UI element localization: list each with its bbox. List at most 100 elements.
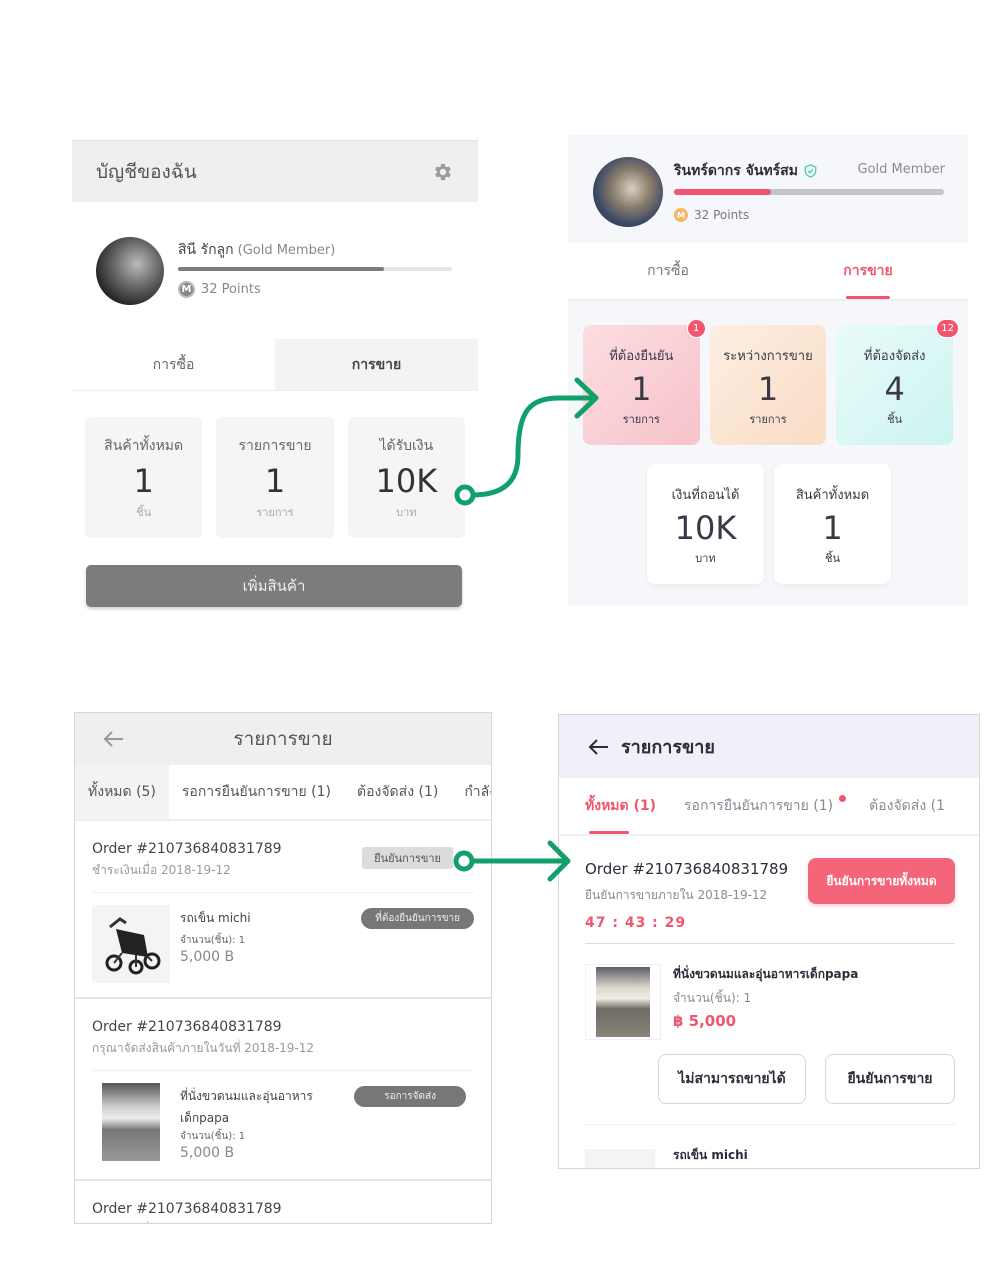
order-subtitle: กรุณาจัดส่งสินค้าภายในวันที่ 2018-19-12 xyxy=(92,1041,315,1055)
account-tabs: การซื้อ การขาย xyxy=(568,243,968,301)
tab-in-progress[interactable]: กำลัง xyxy=(451,765,491,819)
order-card: Order #210736840831789 ยืนยันการขายภายใน… xyxy=(559,836,979,1168)
product-image xyxy=(92,905,170,983)
tab-all[interactable]: ทั้งหมด (1) xyxy=(559,778,670,834)
page-title: บัญชีของฉัน xyxy=(96,160,197,183)
profile-section: สินี รักลูก (Gold Member) M 32 Points xyxy=(96,235,454,305)
user-name: รินทร์ดากร จันทร์สม xyxy=(674,163,798,179)
card-value: 10K xyxy=(674,509,737,547)
order-item[interactable]: รถเข็น michi xyxy=(585,1125,955,1168)
profile-section: รินทร์ดากร จันทร์สม Gold Member M 32 Poi… xyxy=(568,135,968,243)
sales-tabs: ทั้งหมด (5) รอการยืนยันการขาย (1) ต้องจั… xyxy=(75,765,491,821)
product-name: ที่นั่งขวดนมและอุ่นอาหารเด็กpapa xyxy=(673,967,859,981)
summary-cards-row: เงินที่ถอนได้ 10K บาท สินค้าทั้งหมด 1 ชิ… xyxy=(647,464,891,584)
back-arrow-icon[interactable] xyxy=(101,726,127,752)
card-label: เงินที่ถอนได้ xyxy=(671,488,740,503)
card-value: 1 xyxy=(631,370,652,408)
avatar xyxy=(96,237,164,305)
back-arrow-icon[interactable] xyxy=(587,735,611,759)
order-number: Order #210736840831789 xyxy=(92,1201,282,1217)
status-card-selling[interactable]: ระหว่างการขาย 1 รายการ xyxy=(709,325,827,445)
product-name-line2: เด็กpapa xyxy=(180,1111,230,1125)
tab-to-ship[interactable]: ต้องจัดส่ง (1) xyxy=(344,765,451,819)
card-value: 1 xyxy=(822,509,843,547)
summary-card-withdrawable[interactable]: เงินที่ถอนได้ 10K บาท xyxy=(647,464,764,584)
avatar xyxy=(593,157,663,227)
stat-value: 1 xyxy=(133,462,154,500)
card-label: ที่ต้องจัดส่ง xyxy=(863,349,926,364)
points-row: M 32 Points xyxy=(674,208,749,222)
tab-awaiting-confirm[interactable]: รอการยืนยันการขาย (1) xyxy=(670,778,855,834)
confirm-all-button[interactable]: ยืนยันการขายทั้งหมด xyxy=(808,858,955,904)
order-item[interactable]: รถเข็น michi จำนวน(ชิ้น): 1 5,000 B ที่ต… xyxy=(92,893,474,997)
tier-progress-fill xyxy=(674,189,772,195)
status-badge: ที่ต้องยืนยันการขาย xyxy=(361,908,474,929)
order-card: Order #210736840831789 ชำระเงินเมื่อ 201… xyxy=(75,821,491,999)
old-sales-panel: รายการขาย ทั้งหมด (5) รอการยืนยันการขาย … xyxy=(74,712,492,1224)
tier-progress-bar xyxy=(178,267,452,271)
cannot-sell-button[interactable]: ไม่สามารถขายได้ xyxy=(658,1054,806,1104)
status-cards-row: 1 ที่ต้องยืนยัน 1 รายการ ระหว่างการขาย 1… xyxy=(583,319,960,445)
page-title: รายการขาย xyxy=(233,728,333,750)
tab-all[interactable]: ทั้งหมด (5) xyxy=(75,765,169,819)
account-tabs: การซื้อ การขาย xyxy=(72,339,478,391)
coin-icon: M xyxy=(674,208,688,222)
status-card-to-ship[interactable]: 12 ที่ต้องจัดส่ง 4 ชิ้น xyxy=(836,319,960,445)
stat-card[interactable]: สินค้าทั้งหมด 1 ชิ้น xyxy=(85,417,203,538)
stat-card[interactable]: ได้รับเงิน 10K บาท xyxy=(347,417,465,538)
product-price: 5,000 B xyxy=(180,949,235,965)
product-image xyxy=(585,1149,655,1168)
confirm-sale-button[interactable]: ยืนยันการขาย xyxy=(825,1054,955,1104)
product-image xyxy=(585,964,661,1040)
new-sales-panel: รายการขาย ทั้งหมด (1) รอการยืนยันการขาย … xyxy=(558,714,980,1169)
tab-buy[interactable]: การซื้อ xyxy=(568,243,768,299)
stat-label: ได้รับเงิน xyxy=(379,438,434,454)
tier-progress-bar xyxy=(674,189,944,195)
summary-card-all-products[interactable]: สินค้าทั้งหมด 1 ชิ้น xyxy=(774,464,891,584)
status-badge: รอการจัดส่ง xyxy=(354,1086,466,1107)
order-number: Order #210736840831789 xyxy=(92,1019,282,1035)
product-name: รถเข็น michi xyxy=(673,1148,748,1162)
points-text: 32 Points xyxy=(694,208,750,222)
confirm-sale-button[interactable]: ยืนยันการขาย xyxy=(362,847,453,869)
tab-sell[interactable]: การขาย xyxy=(275,339,478,390)
countdown-timer: 47 : 43 : 29 xyxy=(585,915,687,931)
tab-label: รอการยืนยันการขาย (1) xyxy=(684,798,834,814)
sales-header: รายการขาย xyxy=(75,713,491,765)
page-title: รายการขาย xyxy=(621,737,715,758)
product-price: 5,000 B xyxy=(180,1145,235,1161)
tab-to-ship[interactable]: ต้องจัดส่ง (1 xyxy=(855,778,959,834)
sales-tabs: ทั้งหมด (1) รอการยืนยันการขาย (1) ต้องจั… xyxy=(559,778,979,836)
product-qty: จำนวน(ชิ้น): 1 xyxy=(673,991,752,1005)
tab-sell[interactable]: การขาย xyxy=(768,243,968,299)
gear-icon[interactable] xyxy=(432,161,454,183)
product-qty: จำนวน(ชิ้น): 1 xyxy=(180,1131,246,1142)
card-label: ระหว่างการขาย xyxy=(723,349,813,364)
order-item[interactable]: ที่นั่งขวดนมและอุ่นอาหาร เด็กpapa จำนวน(… xyxy=(92,1071,474,1179)
stat-label: สินค้าทั้งหมด xyxy=(104,438,184,454)
stat-label: รายการขาย xyxy=(238,438,312,454)
tab-buy[interactable]: การซื้อ xyxy=(72,339,275,390)
card-value: 4 xyxy=(884,370,905,408)
stat-value: 1 xyxy=(264,462,286,500)
stat-card[interactable]: รายการขาย 1 รายการ xyxy=(216,417,334,538)
product-name: รถเข็น michi xyxy=(180,911,251,925)
tab-awaiting-confirm[interactable]: รอการยืนยันการขาย (1) xyxy=(169,765,344,819)
notification-badge: 1 xyxy=(686,319,706,338)
card-value: 1 xyxy=(757,370,779,408)
product-qty: จำนวน(ชิ้น): 1 xyxy=(180,935,246,946)
card-label: สินค้าทั้งหมด xyxy=(795,488,870,503)
old-account-header: บัญชีของฉัน xyxy=(72,140,478,202)
stat-unit: ชิ้น xyxy=(136,506,152,519)
add-product-button[interactable]: เพิ่มสินค้า xyxy=(86,565,462,607)
product-name-line1: ที่นั่งขวดนมและอุ่นอาหาร xyxy=(180,1089,313,1103)
card-unit: รายการ xyxy=(749,413,787,426)
old-account-panel: บัญชีของฉัน สินี รักลูก (Gold Member) M 3… xyxy=(72,140,478,620)
order-card: Order #210736840831789 กรุณาจัดส่งสินค้า… xyxy=(75,999,491,1181)
card-unit: รายการ xyxy=(622,413,660,426)
member-tier: (Gold Member) xyxy=(237,243,336,258)
notification-badge: 12 xyxy=(936,319,960,338)
user-name: สินี รักลูก xyxy=(178,242,234,258)
stat-value: 10K xyxy=(375,462,438,500)
status-card-to-confirm[interactable]: 1 ที่ต้องยืนยัน 1 รายการ xyxy=(583,319,706,445)
